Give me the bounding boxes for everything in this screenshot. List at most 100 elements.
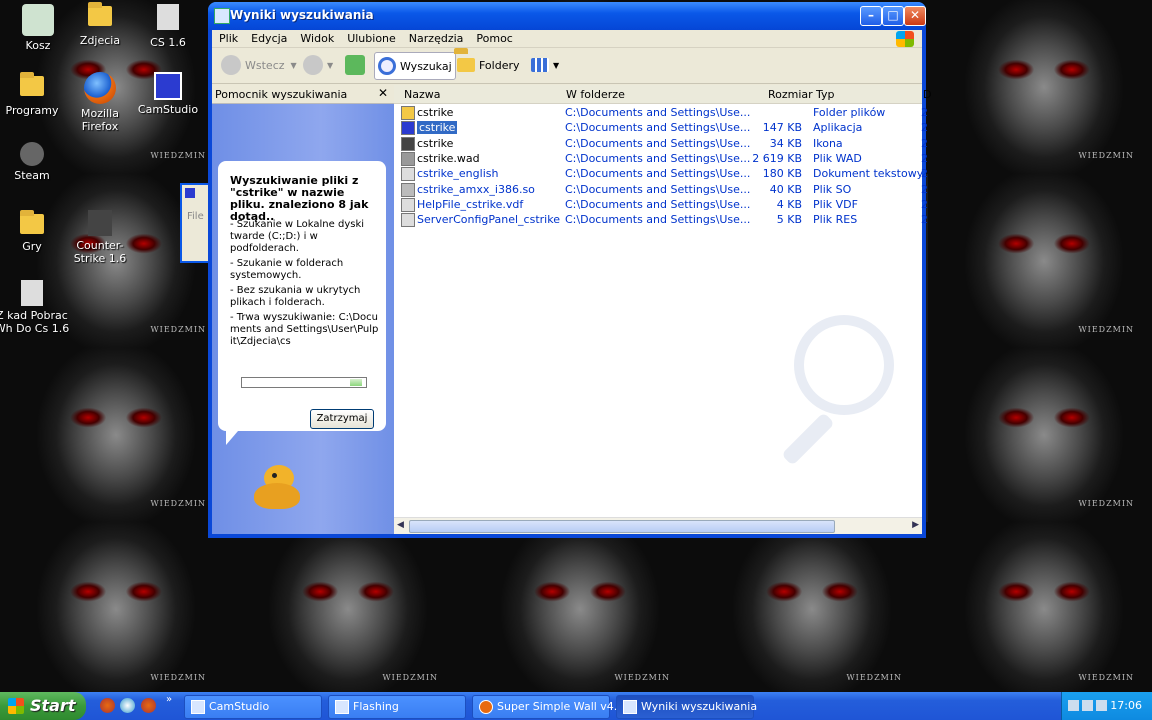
horizontal-scrollbar[interactable]: ◀ ▶: [394, 517, 922, 534]
menu-narzedzia[interactable]: Narzędzia: [402, 30, 470, 45]
camstudio-task-icon: [191, 700, 205, 714]
start-button[interactable]: Start: [0, 692, 86, 720]
row-name: cstrike_english: [417, 167, 499, 181]
tray-icon-2[interactable]: [1082, 700, 1093, 711]
desktop-icon-firefox[interactable]: Mozilla Firefox: [62, 72, 138, 133]
row-folder: C:\Documents and Settings\Use...: [565, 213, 751, 227]
bubble-tail: [226, 431, 238, 445]
close-button[interactable]: ✕: [904, 6, 926, 26]
row-folder: C:\Documents and Settings\Use...: [565, 106, 751, 119]
magnifier-watermark-icon: [794, 315, 894, 415]
column-header-rozmiar[interactable]: Rozmiar: [768, 88, 813, 101]
ico-file-icon: [401, 136, 415, 151]
close-pane-icon[interactable]: ✕: [378, 86, 388, 100]
views-dropdown-icon: ▼: [553, 60, 560, 70]
scroll-left-icon[interactable]: ◀: [397, 520, 404, 530]
tray-icon-1[interactable]: [1068, 700, 1079, 711]
desktop-icon-zdjecia[interactable]: Zdjecia: [62, 2, 138, 47]
forward-button[interactable]: ▼: [300, 52, 336, 78]
so-file-icon: [401, 182, 415, 197]
forward-arrow-icon: [303, 55, 323, 75]
quicklaunch-firefox2-icon[interactable]: [141, 698, 156, 713]
menu-widok[interactable]: Widok: [293, 30, 340, 45]
stop-search-button[interactable]: Zatrzymaj: [310, 409, 374, 429]
folder-icon: [20, 210, 44, 234]
tray-icon-3[interactable]: [1096, 700, 1107, 711]
table-row[interactable]: cstrike_english C:\Documents and Settings…: [394, 166, 928, 182]
table-row[interactable]: ServerConfigPanel_cstrike C:\Documents an…: [394, 212, 928, 228]
menu-bar: Plik Edycja Widok Ulubione Narzędzia Pomoc: [212, 30, 922, 48]
search-progress-bar: [241, 377, 367, 388]
desktop-icon-gry[interactable]: Gry: [0, 210, 70, 253]
row-size: 180 KB: [762, 167, 802, 181]
row-extra: 2: [921, 151, 928, 165]
row-type: Plik VDF: [813, 197, 858, 211]
window-titlebar[interactable]: Wyniki wyszukiwania – □ ✕: [208, 2, 926, 30]
scroll-right-icon[interactable]: ▶: [912, 520, 919, 530]
desktop-icon-zkad[interactable]: Z kad Pobrac Wh Do Cs 1.6: [0, 280, 70, 335]
search-companion-title: Pomocnik wyszukiwania: [215, 88, 348, 101]
menu-pomoc[interactable]: Pomoc: [469, 30, 518, 45]
magnifier-icon: [378, 57, 396, 75]
table-row[interactable]: cstrike_amxx_i386.so C:\Documents and Set…: [394, 182, 928, 197]
task-flashing[interactable]: Flashing: [328, 695, 466, 719]
minimize-button[interactable]: –: [860, 6, 882, 26]
camstudio-icon: [154, 72, 182, 100]
back-button[interactable]: Wstecz ▼: [218, 52, 300, 78]
folders-button[interactable]: Foldery: [454, 52, 523, 78]
table-row[interactable]: cstrike C:\Documents and Settings\Use... F…: [394, 105, 928, 120]
results-list: Nazwa W folderze Rozmiar Typ D cstrike C:…: [394, 85, 931, 534]
up-arrow-icon: [345, 55, 365, 75]
column-header-typ[interactable]: Typ: [816, 88, 835, 101]
desktop-icon-programy[interactable]: Programy: [0, 72, 70, 117]
column-header-d[interactable]: D: [923, 88, 931, 101]
desktop-icon-counter-strike[interactable]: Counter-Strike 1.6: [62, 210, 138, 265]
column-header-w-folderze[interactable]: W folderze: [566, 88, 625, 101]
firefox-task-icon: [479, 700, 493, 714]
flashing-task-icon: [335, 700, 349, 714]
row-size: 147 KB: [762, 121, 802, 135]
row-name: HelpFile_cstrike.vdf: [417, 197, 524, 211]
row-extra: 2: [921, 167, 928, 181]
text-document-icon: [401, 167, 415, 182]
task-wyniki-wyszukiwania[interactable]: Wyniki wyszukiwania: [616, 695, 757, 719]
row-folder: C:\Documents and Settings\Use...: [565, 167, 751, 181]
menu-ulubione[interactable]: Ulubione: [340, 30, 402, 45]
up-folder-button[interactable]: [342, 52, 372, 78]
quicklaunch-firefox-icon[interactable]: [100, 698, 115, 713]
row-size: 4 KB: [776, 197, 802, 211]
folder-icon: [20, 72, 44, 96]
desktop-icon-steam[interactable]: Steam: [0, 142, 70, 182]
menu-edycja[interactable]: Edycja: [244, 30, 293, 45]
firefox-icon: [84, 72, 116, 104]
table-row[interactable]: cstrike.wad C:\Documents and Settings\Use…: [394, 151, 928, 166]
column-header-nazwa[interactable]: Nazwa: [404, 88, 440, 101]
quicklaunch-more-icon[interactable]: »: [166, 694, 172, 705]
task-super-simple-wall[interactable]: Super Simple Wall v4....: [472, 695, 628, 719]
row-name: cstrike_amxx_i386.so: [417, 182, 535, 196]
search-status-item: - Szukanie w Lokalne dyski twarde (C:;D:…: [230, 219, 365, 254]
maximize-button[interactable]: □: [882, 6, 904, 26]
search-button[interactable]: Wyszukaj: [374, 52, 456, 80]
table-row[interactable]: HelpFile_cstrike.vdf C:\Documents and Set…: [394, 197, 928, 212]
window-title: Wyniki wyszukiwania: [230, 8, 374, 22]
search-status-bubble: Wyszukiwanie pliki z "cstrike" w nazwie …: [218, 161, 386, 431]
scrollbar-thumb[interactable]: [409, 520, 835, 533]
magnifier-watermark-handle: [781, 412, 835, 466]
shortcut-icon: [21, 280, 43, 306]
menu-plik[interactable]: Plik: [212, 30, 244, 45]
desktop-icon-cs16[interactable]: CS 1.6: [130, 4, 206, 49]
desktop-icon-camstudio[interactable]: CamStudio: [130, 72, 206, 116]
row-name: ServerConfigPanel_cstrike: [417, 213, 560, 227]
task-camstudio[interactable]: CamStudio: [184, 695, 322, 719]
search-dog-icon[interactable]: [250, 461, 308, 513]
search-progress-fill: [350, 379, 362, 386]
table-row[interactable]: cstrike C:\Documents and Settings\Use... 1…: [394, 120, 928, 136]
folder-icon: [457, 58, 475, 72]
search-status-heading: Wyszukiwanie pliki z "cstrike" w nazwie …: [230, 174, 369, 223]
quicklaunch-browser-icon[interactable]: [120, 698, 135, 713]
views-button[interactable]: ▼: [528, 52, 562, 78]
table-row[interactable]: cstrike C:\Documents and Settings\Use... 3…: [394, 136, 928, 151]
row-type: Ikona: [813, 136, 843, 150]
row-extra: 2: [921, 213, 928, 227]
